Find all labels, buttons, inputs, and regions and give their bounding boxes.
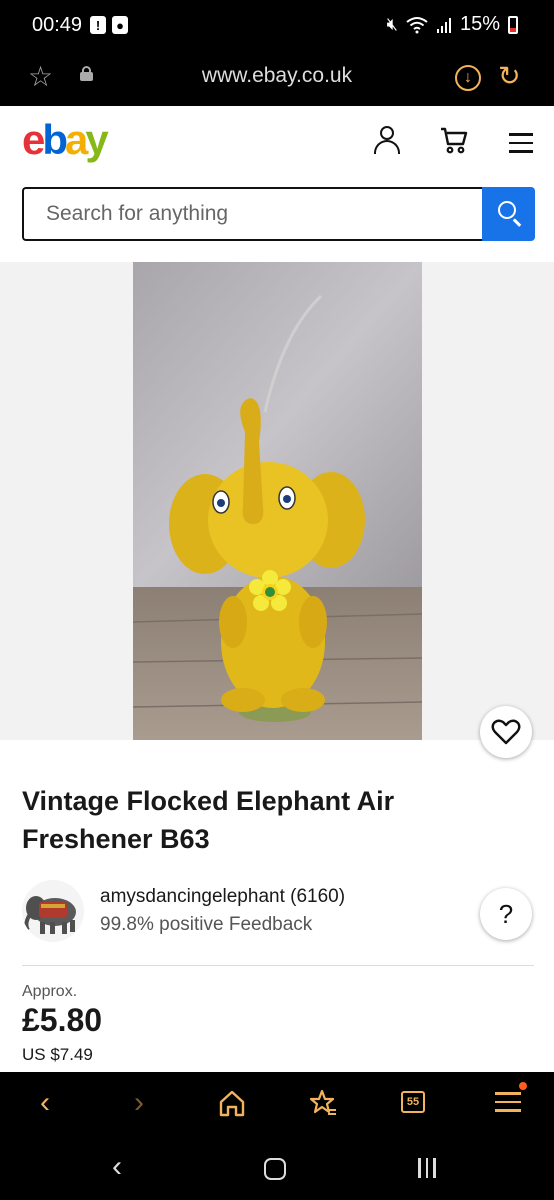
record-icon: ● (112, 16, 128, 34)
tabs-icon[interactable]: 55 (399, 1086, 429, 1120)
listing-title: Vintage Flocked Elephant Air Freshener B… (22, 786, 395, 854)
help-button[interactable]: ? (480, 888, 532, 940)
bookmarks-icon[interactable] (308, 1086, 338, 1120)
refresh-icon[interactable]: ↻ (498, 61, 521, 92)
menu-icon[interactable] (495, 1086, 521, 1120)
divider (22, 965, 534, 966)
site-header: ebay (0, 106, 554, 178)
browser-toolbar: ‹ › 55 (0, 1072, 554, 1136)
battery-percent: 15% (459, 13, 500, 35)
seller-name[interactable]: amysdancingelephant (6160) (100, 886, 345, 908)
back-icon[interactable]: ‹ (34, 1086, 56, 1120)
search-bar (22, 187, 535, 241)
home-icon[interactable] (264, 1158, 286, 1180)
home-icon[interactable] (218, 1086, 246, 1120)
wifi-icon (406, 16, 428, 33)
status-time: 00:49 (32, 14, 83, 36)
heart-icon (491, 719, 521, 745)
watchlist-button[interactable] (480, 706, 532, 758)
search-icon (498, 201, 516, 219)
ebay-logo[interactable]: ebay (22, 116, 109, 164)
status-bar: 00:49 ! ● 🔇︎ 15% (0, 0, 554, 52)
search-button[interactable] (482, 187, 535, 241)
download-icon[interactable]: ↓ (455, 65, 481, 91)
recent-apps-icon[interactable] (418, 1158, 436, 1178)
browser-url-bar: ☆ www.ebay.co.uk ↓ ↻ (0, 52, 554, 106)
forward-icon[interactable]: › (128, 1086, 150, 1120)
back-icon[interactable]: ‹ (112, 1150, 122, 1184)
android-navigation-bar: ‹ (0, 1136, 554, 1200)
image-gallery[interactable] (0, 262, 554, 740)
search-input[interactable] (22, 187, 482, 241)
status-notification-icons: ! ● (90, 16, 128, 34)
status-right-icons: 🔇︎ 15% (387, 13, 518, 36)
seller-avatar[interactable] (22, 880, 84, 942)
tab-count: 55 (401, 1091, 425, 1113)
alert-icon: ! (90, 16, 106, 34)
seller-feedback: 99.8% positive Feedback (100, 914, 313, 935)
price-usd: US $7.49 (22, 1045, 93, 1064)
notification-dot (519, 1082, 527, 1090)
mute-icon: 🔇︎ (386, 14, 398, 34)
price: £5.80 (22, 1002, 103, 1038)
page-content: ebay Search for anything Vintage Flocked… (0, 106, 554, 1072)
battery-icon (508, 15, 518, 34)
product-photo[interactable] (133, 262, 422, 740)
signal-icon (436, 17, 451, 33)
cart-icon[interactable] (440, 126, 468, 154)
seller-info[interactable]: amysdancingelephant (6160) 99.8% positiv… (22, 880, 534, 944)
menu-icon[interactable] (509, 133, 533, 159)
user-icon[interactable] (374, 126, 400, 154)
price-approx-label: Approx. (22, 983, 78, 1000)
